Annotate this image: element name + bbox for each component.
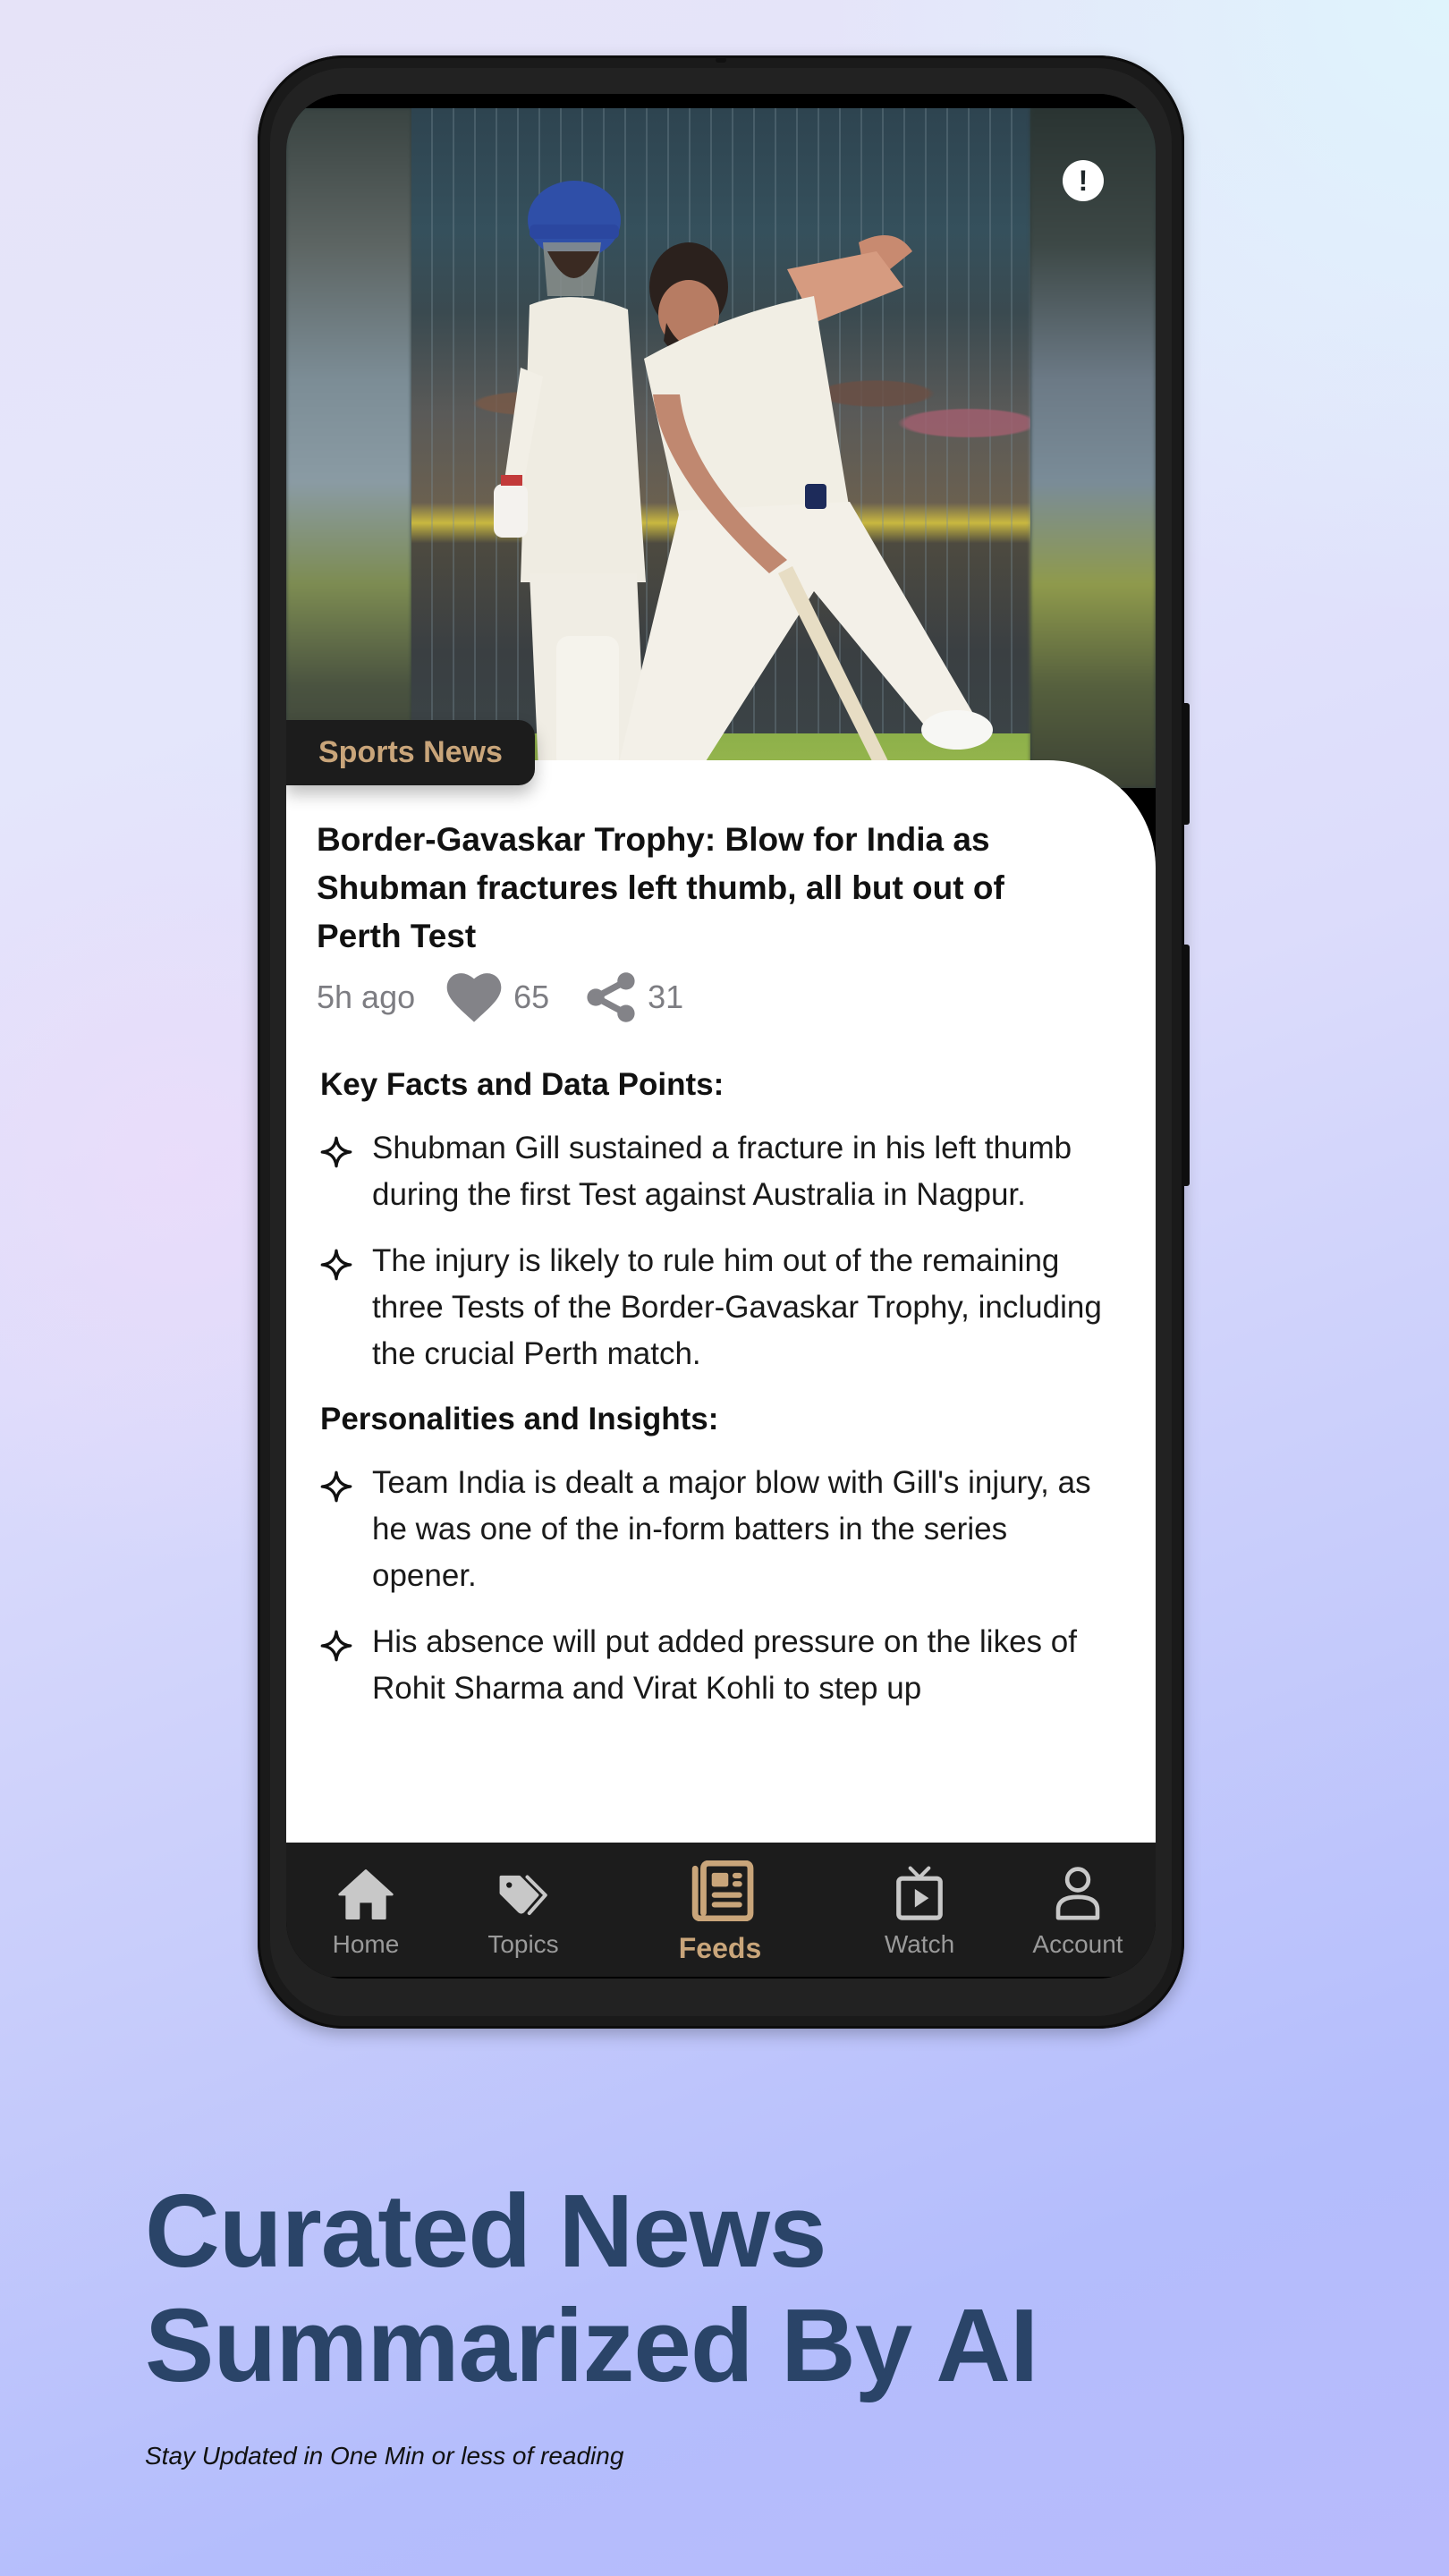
share-count: 31 xyxy=(648,979,684,1015)
gesture-bar-area xyxy=(286,1977,1156,1979)
article-meta: 5h ago 65 31 xyxy=(317,971,719,1023)
nav-feeds[interactable]: Feeds xyxy=(648,1859,792,1965)
summary-bullet: The injury is likely to rule him out of … xyxy=(320,1238,1125,1377)
image-blur-right xyxy=(1030,108,1156,788)
promo-headline-line2: Summarized By AI xyxy=(145,2287,1038,2403)
status-bar xyxy=(286,94,1156,108)
report-button[interactable]: ! xyxy=(1063,160,1104,201)
photo-bowler xyxy=(617,235,993,788)
home-icon xyxy=(338,1868,394,1919)
promo-headline: Curated News Summarized By AI xyxy=(145,2174,1038,2402)
summary-bullet: Team India is dealt a major blow with Gi… xyxy=(320,1460,1125,1599)
sparkle-icon xyxy=(320,1125,372,1218)
nav-label: Account xyxy=(1032,1930,1123,1958)
like-count: 65 xyxy=(513,979,550,1015)
nav-account[interactable]: Account xyxy=(1006,1859,1149,1959)
category-tag[interactable]: Sports News xyxy=(286,720,535,785)
phone-volume-button xyxy=(1182,945,1190,1186)
summary-bullet: Shubman Gill sustained a fracture in his… xyxy=(320,1125,1125,1218)
article-photo xyxy=(411,108,1030,788)
newspaper-icon xyxy=(691,1860,754,1921)
section-title: Personalities and Insights: xyxy=(320,1402,719,1436)
summary-bullet: His absence will put added pressure on t… xyxy=(320,1619,1125,1712)
bullet-text: Team India is dealt a major blow with Gi… xyxy=(372,1465,1091,1593)
promo-subtitle: Stay Updated in One Min or less of readi… xyxy=(145,2442,624,2470)
nav-label: Feeds xyxy=(678,1932,762,1964)
phone-power-button xyxy=(1182,703,1190,825)
like-button[interactable]: 65 xyxy=(445,971,585,1023)
nav-home[interactable]: Home xyxy=(294,1859,437,1959)
article-headline[interactable]: Border-Gavaskar Trophy: Blow for India a… xyxy=(317,816,1086,961)
sparkle-icon xyxy=(320,1238,372,1377)
article-image[interactable]: ! xyxy=(286,108,1156,788)
tags-icon xyxy=(499,1875,547,1916)
heart-icon xyxy=(446,973,502,1022)
image-blur-left xyxy=(286,108,411,788)
section-title: Key Facts and Data Points: xyxy=(320,1067,724,1102)
bottom-nav: Home Topics Feeds Watch Account xyxy=(286,1843,1156,1977)
nav-label: Watch xyxy=(884,1930,955,1958)
phone-mockup: ! Sports News Border-Gavaskar Trophy: Bl… xyxy=(258,55,1190,2029)
share-icon xyxy=(587,972,635,1022)
tv-play-icon xyxy=(896,1866,943,1920)
time-ago: 5h ago xyxy=(317,979,416,1015)
user-icon xyxy=(1055,1867,1100,1920)
bullet-text: Shubman Gill sustained a fracture in his… xyxy=(372,1131,1072,1212)
nav-label: Home xyxy=(332,1930,400,1958)
sparkle-icon xyxy=(320,1619,372,1712)
sparkle-icon xyxy=(320,1460,372,1599)
article-card: Border-Gavaskar Trophy: Blow for India a… xyxy=(286,760,1156,1843)
bullet-text: His absence will put added pressure on t… xyxy=(372,1624,1077,1706)
exclamation-icon: ! xyxy=(1078,165,1089,197)
nav-watch[interactable]: Watch xyxy=(848,1859,991,1959)
app-screen: ! Sports News Border-Gavaskar Trophy: Bl… xyxy=(286,94,1156,1979)
promo-headline-line1: Curated News xyxy=(145,2173,827,2289)
article-summary: Key Facts and Data Points: Shubman Gill … xyxy=(320,1064,1125,1712)
share-button[interactable]: 31 xyxy=(585,971,719,1023)
phone-top-notch xyxy=(716,57,726,63)
nav-label: Topics xyxy=(487,1930,559,1958)
nav-topics[interactable]: Topics xyxy=(452,1859,595,1959)
bullet-text: The injury is likely to rule him out of … xyxy=(372,1243,1102,1371)
category-label: Sports News xyxy=(318,735,503,769)
